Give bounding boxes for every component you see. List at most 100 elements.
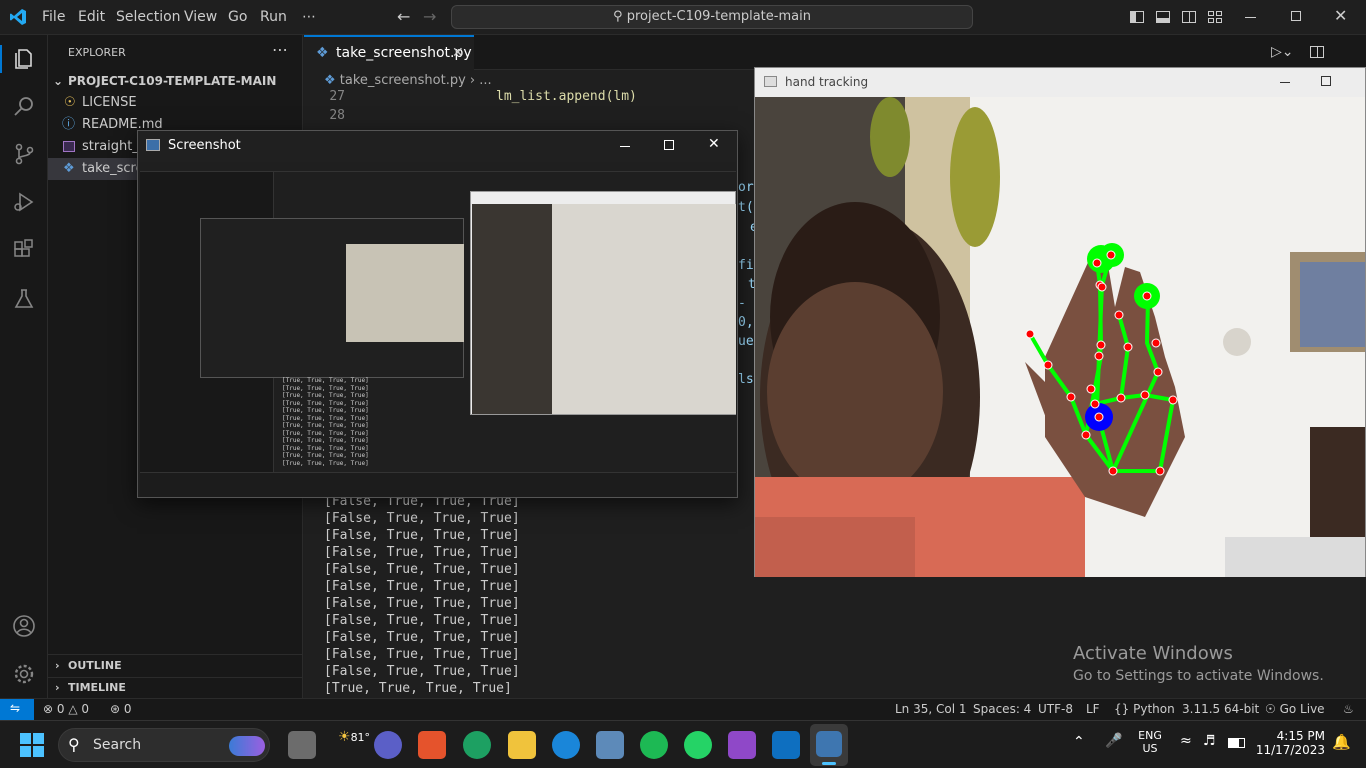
maximize-button[interactable] xyxy=(1321,76,1331,86)
activity-bar xyxy=(0,35,48,698)
brave-browser-icon[interactable] xyxy=(418,731,446,759)
clock[interactable]: 4:15 PM 11/17/2023 xyxy=(1255,729,1325,757)
tab-take-screenshot[interactable]: ❖ take_screenshot.py ✕ xyxy=(304,35,474,70)
taskbar-search-box[interactable]: ⚲ Search xyxy=(58,728,270,762)
menu-view[interactable]: View xyxy=(184,9,217,25)
source-control-icon[interactable] xyxy=(12,142,36,166)
spotify-icon[interactable] xyxy=(640,731,668,759)
active-indicator xyxy=(822,762,836,765)
weather-widget[interactable]: ☀81° xyxy=(338,729,370,745)
code-region[interactable]: 27 lm_list.append(lm) 28 xyxy=(304,89,754,129)
camera-feed xyxy=(755,97,1365,577)
wifi-icon[interactable]: ≈ xyxy=(1180,733,1192,749)
clipchamp-icon[interactable] xyxy=(728,731,756,759)
file-label: LICENSE xyxy=(82,95,137,110)
bing-chat-icon xyxy=(229,736,265,756)
breadcrumb-file[interactable]: take_screenshot.py xyxy=(340,73,466,88)
vscode-taskbar-icon[interactable] xyxy=(772,731,800,759)
explorer-more-icon[interactable]: ⋯ xyxy=(272,40,288,59)
cortana-app-icon[interactable] xyxy=(552,731,580,759)
python-taskbar-active[interactable] xyxy=(810,724,848,766)
run-file-icon[interactable]: ▷⌄ xyxy=(1271,44,1294,60)
teams-chat-icon[interactable] xyxy=(374,731,402,759)
title-bar: File Edit Selection View Go Run ⋯ ← → ⚲ … xyxy=(0,0,1366,35)
split-editor-icon[interactable] xyxy=(1310,46,1324,58)
forward-arrow-icon[interactable]: → xyxy=(423,7,436,26)
cursor-position[interactable]: Ln 35, Col 1 xyxy=(895,702,967,716)
language-indicator[interactable]: ENG US xyxy=(1134,729,1166,755)
hand-tracking-window[interactable]: hand tracking xyxy=(754,67,1366,577)
back-arrow-icon[interactable]: ← xyxy=(397,7,410,26)
testing-flask-icon[interactable] xyxy=(12,287,36,311)
file-explorer-icon[interactable] xyxy=(508,731,536,759)
outline-label: OUTLINE xyxy=(68,659,122,672)
python-interpreter[interactable]: 3.11.5 64-bit xyxy=(1182,702,1259,716)
tab-bar: ❖ take_screenshot.py ✕ ▷⌄ xyxy=(304,35,1366,70)
menu-go[interactable]: Go xyxy=(228,9,247,25)
close-button[interactable]: ✕ xyxy=(708,136,720,152)
outline-section[interactable]: › OUTLINE xyxy=(48,655,303,677)
account-icon[interactable] xyxy=(12,614,36,638)
screenshot-title: Screenshot xyxy=(168,138,241,153)
extensions-icon[interactable] xyxy=(12,238,36,262)
weather-icon: ☀ xyxy=(338,729,351,745)
chevron-up-icon[interactable]: ⌃ xyxy=(1073,734,1085,750)
toggle-secondary-sidebar-icon[interactable] xyxy=(1182,11,1196,23)
terminal-output[interactable]: [False, True, True, True] [False, True, T… xyxy=(304,493,744,698)
menu-more[interactable]: ⋯ xyxy=(302,9,316,25)
run-debug-icon[interactable] xyxy=(12,190,36,214)
output-line: [False, True, True, True] xyxy=(324,511,520,526)
language-mode[interactable]: {} Python xyxy=(1114,702,1175,716)
menu-file[interactable]: File xyxy=(42,9,65,25)
close-tab-icon[interactable]: ✕ xyxy=(452,37,464,70)
menu-selection[interactable]: Selection xyxy=(116,9,181,25)
settings-gear-icon[interactable] xyxy=(12,662,36,686)
problems-indicator[interactable]: ⊗ 0 △ 0 xyxy=(43,702,89,716)
task-view-icon[interactable] xyxy=(288,731,316,759)
close-button[interactable]: ✕ xyxy=(1334,6,1347,25)
ports-indicator[interactable]: ⊛ 0 xyxy=(110,702,132,716)
customize-layout-icon[interactable] xyxy=(1208,11,1222,23)
minimize-button[interactable] xyxy=(1245,17,1256,18)
restore-button[interactable] xyxy=(1291,11,1301,21)
command-center-search[interactable]: ⚲ project-C109-template-main xyxy=(451,5,973,29)
volume-icon[interactable]: ♬ xyxy=(1203,733,1216,749)
encoding[interactable]: UTF-8 xyxy=(1038,702,1073,716)
minimize-button[interactable] xyxy=(1280,82,1290,83)
windows-taskbar: ⚲ Search ☀81° ⌃ 🎤 ENG US ≈ ♬ 4:15 PM 11/… xyxy=(0,720,1366,768)
hand-tracking-title: hand tracking xyxy=(785,75,869,89)
line-number: 27 xyxy=(329,89,345,104)
indentation[interactable]: Spaces: 4 xyxy=(973,702,1031,716)
notification-bell-icon[interactable]: 🔔 xyxy=(1332,733,1351,751)
search-icon: ⚲ xyxy=(613,9,627,24)
edge-browser-icon[interactable] xyxy=(463,731,491,759)
whatsapp-icon[interactable] xyxy=(684,731,712,759)
language-line2: US xyxy=(1142,742,1158,755)
screenshot-window[interactable]: Screenshot ✕ [True, True, True, True] [T… xyxy=(137,130,738,498)
output-line: [False, True, True, True] xyxy=(324,647,520,662)
menu-run[interactable]: Run xyxy=(260,9,287,25)
image-icon xyxy=(63,141,75,152)
notifications-bell-icon[interactable]: ♨ xyxy=(1343,702,1354,716)
search-icon[interactable] xyxy=(12,94,36,118)
weather-temp: 81° xyxy=(350,731,371,744)
photos-app-icon[interactable] xyxy=(596,731,624,759)
toggle-panel-icon[interactable] xyxy=(1156,11,1170,23)
battery-icon[interactable] xyxy=(1228,738,1245,748)
file-item-license[interactable]: ☉ LICENSE xyxy=(48,92,303,114)
end-of-line[interactable]: LF xyxy=(1086,702,1100,716)
explorer-icon[interactable] xyxy=(12,47,36,71)
microphone-icon[interactable]: 🎤 xyxy=(1105,733,1122,749)
warning-icon: △ xyxy=(68,702,78,716)
toggle-sidebar-icon[interactable] xyxy=(1130,11,1144,23)
windows-start-icon[interactable] xyxy=(20,733,44,757)
minimize-button[interactable] xyxy=(620,146,630,147)
menu-edit[interactable]: Edit xyxy=(78,9,105,25)
maximize-button[interactable] xyxy=(664,140,674,150)
timeline-section[interactable]: › TIMELINE xyxy=(48,677,303,699)
project-folder[interactable]: ⌄ PROJECT-C109-TEMPLATE-MAIN xyxy=(48,70,303,92)
remote-indicator[interactable]: ⇋ xyxy=(0,699,34,720)
breadcrumb-more[interactable]: ... xyxy=(479,73,491,88)
code-fragment: - xyxy=(738,296,746,311)
go-live-button[interactable]: ☉ Go Live xyxy=(1265,702,1325,716)
